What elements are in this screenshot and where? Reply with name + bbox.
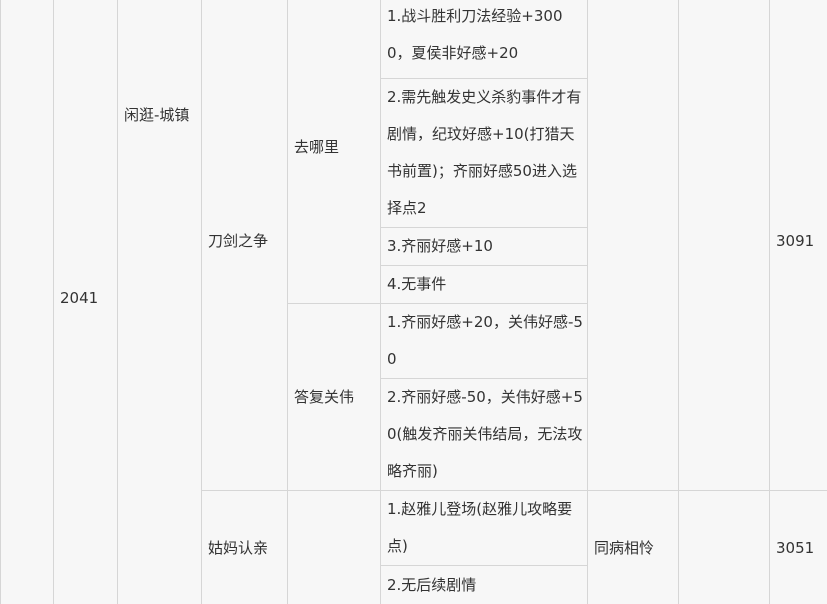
outcome-text: 2.齐丽好感-50，关伟好感+50(触发齐丽关伟结局，无法攻略齐丽) — [387, 388, 583, 480]
outcome-cell: 1.战斗胜利刀法经验+3000，夏侯非好感+20 — [380, 0, 588, 79]
spacer-cell — [678, 0, 770, 491]
event-name-cell: 刀剑之争 — [201, 0, 288, 491]
outcome-text: 1.战斗胜利刀法经验+3000，夏侯非好感+20 — [387, 7, 563, 62]
option-label-cell: 答复关伟 — [287, 303, 381, 491]
event-code: 3051 — [776, 538, 815, 557]
outcome-text: 2.无后续剧情 — [387, 576, 477, 594]
option-label-cell — [287, 490, 381, 604]
event-name: 姑妈认亲 — [208, 538, 269, 557]
table-row: 2041 闲逛-城镇 刀剑之争 去哪里 1.战斗胜利刀法经验+3000，夏侯非好… — [0, 0, 827, 604]
blank-cell — [0, 0, 54, 604]
outcome-text: 4.无事件 — [387, 275, 447, 293]
code-cell: 3051 — [769, 490, 827, 604]
outcome-text: 3.齐丽好感+10 — [387, 237, 493, 255]
outcome-cell: 3.齐丽好感+10 — [380, 227, 588, 266]
event-table: 2041 闲逛-城镇 刀剑之争 去哪里 1.战斗胜利刀法经验+3000，夏侯非好… — [0, 0, 827, 604]
row-id-cell: 2041 — [53, 0, 118, 604]
event-table-view: 2041 闲逛-城镇 刀剑之争 去哪里 1.战斗胜利刀法经验+3000，夏侯非好… — [0, 0, 827, 604]
event-name-cell: 姑妈认亲 — [201, 490, 288, 604]
outcome-cell: 1.赵雅儿登场(赵雅儿攻略要点) — [380, 490, 588, 566]
location-cell: 闲逛-城镇 — [117, 0, 202, 604]
outcome-text: 1.赵雅儿登场(赵雅儿攻略要点) — [387, 500, 573, 555]
event-code: 3091 — [776, 231, 815, 250]
option-label: 答复关伟 — [294, 387, 355, 406]
result-cell: 同病相怜 — [587, 490, 679, 604]
outcome-text: 1.齐丽好感+20，关伟好感-50 — [387, 313, 583, 368]
row-id: 2041 — [60, 289, 99, 307]
outcome-cell: 1.齐丽好感+20，关伟好感-50 — [380, 303, 588, 379]
outcome-cell: 2.无后续剧情 — [380, 565, 588, 604]
outcome-cell: 2.齐丽好感-50，关伟好感+50(触发齐丽关伟结局，无法攻略齐丽) — [380, 378, 588, 491]
outcome-cell: 4.无事件 — [380, 265, 588, 304]
event-name: 刀剑之争 — [208, 231, 269, 250]
location-text: 闲逛-城镇 — [124, 106, 190, 124]
result-text: 同病相怜 — [594, 538, 655, 557]
option-label: 去哪里 — [294, 138, 340, 156]
outcome-cell: 2.需先触发史义杀豹事件才有剧情，纪玟好感+10(打猎天书前置)；齐丽好感50进… — [380, 78, 588, 228]
option-label-cell: 去哪里 — [287, 0, 381, 304]
result-cell — [587, 0, 679, 491]
spacer-cell — [678, 490, 770, 604]
code-cell: 3091 — [769, 0, 827, 491]
outcome-text: 2.需先触发史义杀豹事件才有剧情，纪玟好感+10(打猎天书前置)；齐丽好感50进… — [387, 88, 582, 217]
